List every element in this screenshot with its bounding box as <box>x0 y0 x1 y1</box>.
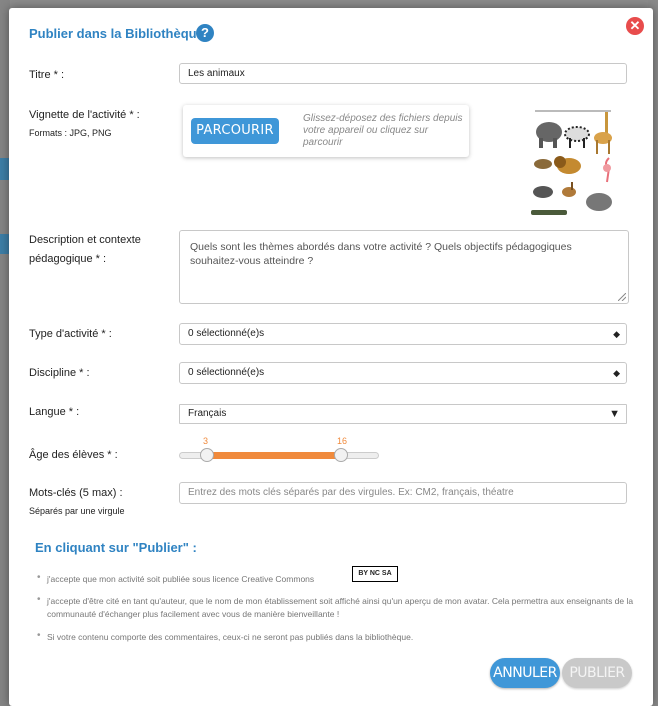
keywords-label: Mots-clés (5 max) : <box>29 487 123 499</box>
cancel-button[interactable]: ANNULER <box>490 658 560 688</box>
help-icon[interactable]: ? <box>196 24 214 42</box>
description-label: Description et contexte <box>29 234 141 246</box>
description-label-line2: pédagogique * : <box>29 253 107 265</box>
keywords-hint: Séparés par une virgule <box>29 506 125 516</box>
terms-item-author: j'accepte d'être cité en tant qu'auteur,… <box>47 596 634 619</box>
age-slider-range <box>207 452 341 459</box>
bullet-icon: • <box>37 572 41 583</box>
browse-button[interactable]: PARCOURIR <box>191 118 279 144</box>
bullet-icon: • <box>37 630 41 641</box>
terms-item-license: j'accepte que mon activité soit publiée … <box>47 574 315 584</box>
thumbnail-label: Vignette de l'activité * : <box>29 109 140 121</box>
title-label: Titre * : <box>29 69 65 81</box>
activity-type-label: Type d'activité * : <box>29 328 112 340</box>
dropzone-hint: Glissez-déposez des fichiers depuis votr… <box>303 113 463 148</box>
publish-modal: Publier dans la Bibliothèque ? ✕ Titre *… <box>9 8 653 706</box>
age-label: Âge des élèves * : <box>29 449 118 461</box>
discipline-select[interactable]: 0 sélectionné(e)s ◆ <box>179 362 627 384</box>
language-select[interactable]: Français ▼ <box>179 404 627 424</box>
age-min-handle[interactable] <box>200 448 214 462</box>
language-label: Langue * : <box>29 406 80 418</box>
dropdown-arrow-icon: ▼ <box>609 408 620 420</box>
activity-type-value: 0 sélectionné(e)s <box>188 328 265 339</box>
activity-type-select[interactable]: 0 sélectionné(e)s ◆ <box>179 323 627 345</box>
thumbnail-preview <box>527 104 619 222</box>
updown-arrows-icon: ◆ <box>613 368 620 378</box>
terms-heading: En cliquant sur "Publier" : <box>35 540 197 555</box>
age-min-value: 3 <box>203 436 209 446</box>
thumbnail-formats: Formats : JPG, PNG <box>29 128 112 138</box>
title-input[interactable]: Les animaux <box>179 63 627 84</box>
resize-grip-icon[interactable] <box>618 293 626 301</box>
updown-arrows-icon: ◆ <box>613 329 620 339</box>
publish-button[interactable]: PUBLIER <box>562 658 632 688</box>
file-dropzone[interactable]: PARCOURIR Glissez-déposez des fichiers d… <box>183 105 469 157</box>
description-placeholder: Quels sont les thèmes abordés dans votre… <box>190 241 572 267</box>
terms-item-comments: Si votre contenu comporte des commentair… <box>47 632 414 642</box>
bullet-icon: • <box>37 594 41 605</box>
description-textarea[interactable]: Quels sont les thèmes abordés dans votre… <box>179 230 629 304</box>
discipline-label: Discipline * : <box>29 367 90 379</box>
discipline-value: 0 sélectionné(e)s <box>188 367 265 378</box>
keywords-input[interactable]: Entrez des mots clés séparés par des vir… <box>179 482 627 504</box>
close-icon[interactable]: ✕ <box>626 17 644 35</box>
language-value: Français <box>188 408 227 419</box>
age-max-value: 16 <box>337 436 348 446</box>
age-max-handle[interactable] <box>334 448 348 462</box>
creative-commons-badge: BY NC SA <box>352 566 398 582</box>
modal-title: Publier dans la Bibliothèque <box>29 26 204 41</box>
